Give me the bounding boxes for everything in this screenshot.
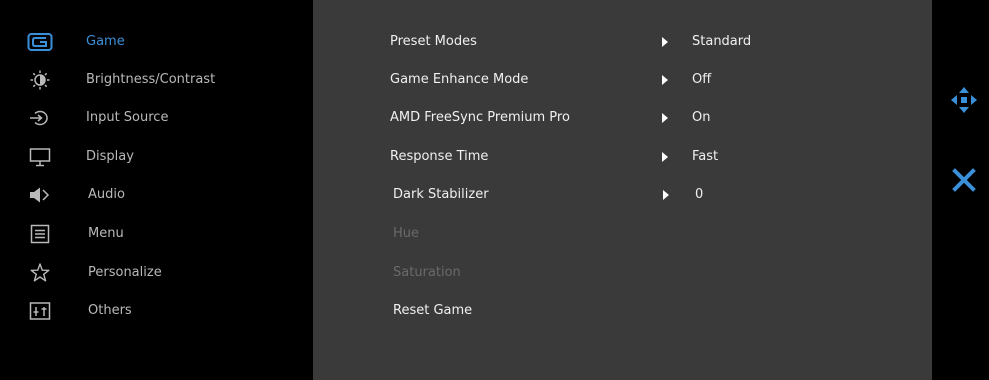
sidebar-item-audio[interactable]: Audio bbox=[0, 176, 313, 214]
sidebar-item-label: Game bbox=[86, 34, 125, 49]
sidebar-item-label: Display bbox=[86, 149, 134, 164]
menu-icon bbox=[27, 224, 53, 244]
arrow-right-icon bbox=[662, 75, 668, 85]
row-value: Off bbox=[692, 72, 712, 87]
sidebar-item-display[interactable]: Display bbox=[0, 138, 313, 176]
game-icon bbox=[27, 32, 53, 52]
preset-modes-row[interactable]: Preset Modes Standard bbox=[313, 23, 932, 61]
saturation-row: Saturation bbox=[313, 254, 932, 292]
row-label: Saturation bbox=[393, 265, 461, 280]
sidebar-item-label: Menu bbox=[88, 226, 124, 241]
row-label: Hue bbox=[393, 226, 420, 241]
row-label: Response Time bbox=[390, 149, 489, 164]
sidebar-item-label: Input Source bbox=[86, 110, 169, 125]
row-label: Preset Modes bbox=[390, 34, 477, 49]
input-source-icon bbox=[27, 108, 53, 128]
dark-stabilizer-row[interactable]: Dark Stabilizer 0 bbox=[313, 176, 932, 214]
star-icon bbox=[27, 263, 53, 283]
sidebar-item-menu[interactable]: Menu bbox=[0, 215, 313, 253]
display-icon bbox=[27, 147, 53, 167]
row-value: On bbox=[692, 110, 711, 125]
sidebar-item-label: Personalize bbox=[88, 265, 162, 280]
hue-row: Hue bbox=[313, 215, 932, 253]
reset-game-row[interactable]: Reset Game bbox=[313, 292, 932, 330]
navigate-button[interactable] bbox=[950, 86, 978, 114]
row-value: Standard bbox=[692, 34, 752, 49]
close-icon bbox=[950, 168, 978, 198]
sidebar-item-others[interactable]: Others bbox=[0, 292, 313, 330]
four-way-arrow-icon bbox=[950, 87, 978, 118]
amd-freesync-row[interactable]: AMD FreeSync Premium Pro On bbox=[313, 99, 932, 137]
audio-icon bbox=[27, 185, 53, 205]
game-enhance-mode-row[interactable]: Game Enhance Mode Off bbox=[313, 61, 932, 99]
row-label: Game Enhance Mode bbox=[390, 72, 529, 87]
sidebar-item-label: Brightness/Contrast bbox=[86, 72, 216, 87]
response-time-row[interactable]: Response Time Fast bbox=[313, 138, 932, 176]
sidebar: Game Brightness/Contrast Input Source Di… bbox=[0, 0, 313, 380]
sidebar-item-label: Others bbox=[88, 303, 132, 318]
others-icon bbox=[27, 301, 53, 321]
arrow-right-icon bbox=[662, 37, 668, 47]
arrow-right-icon bbox=[662, 152, 668, 162]
game-menu-panel: Preset Modes Standard Game Enhance Mode … bbox=[313, 0, 932, 380]
row-value: Fast bbox=[692, 149, 719, 164]
brightness-icon bbox=[27, 70, 53, 90]
row-label: Dark Stabilizer bbox=[393, 187, 489, 202]
arrow-right-icon bbox=[662, 113, 668, 123]
row-label: AMD FreeSync Premium Pro bbox=[390, 110, 570, 125]
arrow-right-icon bbox=[663, 190, 669, 200]
sidebar-item-game[interactable]: Game bbox=[0, 23, 313, 61]
row-label: Reset Game bbox=[393, 303, 473, 318]
sidebar-item-input-source[interactable]: Input Source bbox=[0, 99, 313, 137]
sidebar-item-brightness-contrast[interactable]: Brightness/Contrast bbox=[0, 61, 313, 99]
exit-button[interactable] bbox=[950, 166, 978, 194]
sidebar-item-personalize[interactable]: Personalize bbox=[0, 254, 313, 292]
sidebar-item-label: Audio bbox=[88, 187, 125, 202]
control-panel bbox=[932, 0, 989, 380]
row-value: 0 bbox=[695, 187, 704, 202]
